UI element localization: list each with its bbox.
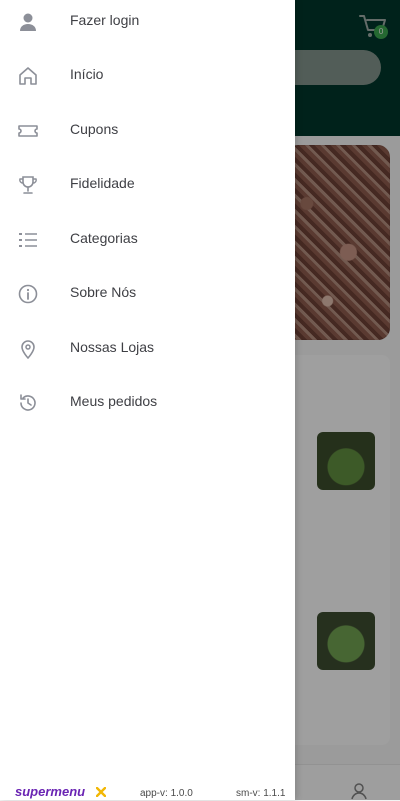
menu-item-stores[interactable]: Nossas Lojas [0,328,295,374]
info-icon [18,284,38,304]
menu-item-label: Meus pedidos [70,393,158,409]
menu-item-login[interactable]: Fazer login [0,1,295,47]
menu-item-label: Fidelidade [70,175,135,191]
menu-item-categories[interactable]: Categorias [0,219,295,265]
menu-item-label: Cupons [70,121,119,137]
brand-mark-icon [96,787,106,797]
menu-item-label: Sobre Nós [70,284,137,300]
home-icon [19,67,37,85]
navigation-drawer: Fazer login Início Cupons Fidelidade Cat… [0,0,295,800]
menu-item-loyalty[interactable]: Fidelidade [0,164,295,210]
ticket-icon [18,125,38,137]
user-icon [20,13,36,31]
menu-item-about[interactable]: Sobre Nós [0,273,295,319]
menu-item-label: Início [70,66,104,82]
location-pin-icon [21,340,35,360]
list-icon [19,233,37,247]
menu-item-label: Fazer login [70,12,140,28]
history-icon [20,394,36,411]
sm-version: sm-v: 1.1.1 [236,788,286,799]
menu-item-label: Categorias [70,230,138,246]
menu-item-orders[interactable]: Meus pedidos [0,382,295,428]
menu-item-home[interactable]: Início [0,55,295,101]
menu-item-label: Nossas Lojas [70,339,155,355]
app-version: app-v: 1.0.0 [140,788,193,799]
supermenu-logo: supermenu [15,784,86,799]
menu-item-coupons[interactable]: Cupons [0,110,295,156]
trophy-icon [19,176,37,194]
